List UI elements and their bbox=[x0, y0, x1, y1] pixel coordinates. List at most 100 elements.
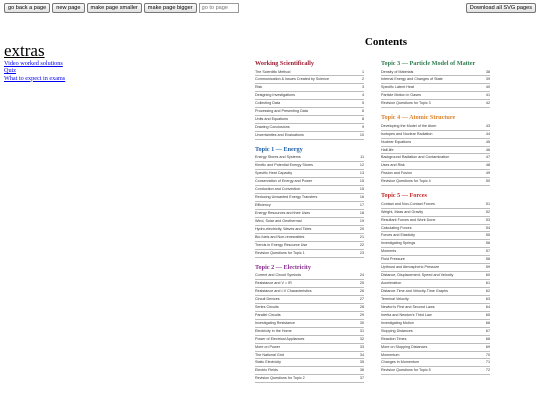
entry-title: Half-life bbox=[381, 147, 394, 152]
contents-entry[interactable]: Resistance and V = IR 25 bbox=[255, 280, 364, 288]
entry-title: Bio-fuels and Non-renewables bbox=[255, 234, 305, 239]
exam-expectations-link[interactable]: What to expect in exams bbox=[4, 75, 65, 82]
contents-entry[interactable]: Electricity in the Home 31 bbox=[255, 328, 364, 336]
go-back-button[interactable]: go back a page bbox=[4, 3, 51, 13]
entry-page-number: 52 bbox=[485, 209, 490, 214]
contents-entry[interactable]: Current and Circuit Symbols 24 bbox=[255, 272, 364, 281]
entry-title: Designing Investigations bbox=[255, 93, 295, 98]
contents-entry[interactable]: Revision Questions for Topic 2 37 bbox=[255, 375, 364, 384]
new-page-button[interactable]: new page bbox=[52, 3, 85, 13]
contents-entry[interactable]: Nuclear Equations 45 bbox=[381, 139, 490, 147]
contents-entry[interactable]: Forces and Elasticity 55 bbox=[381, 232, 490, 241]
go-to-page-input[interactable] bbox=[198, 3, 239, 13]
contents-entry[interactable]: Kinetic and Potential Energy Stores 12 bbox=[255, 162, 364, 171]
entry-page-number: 28 bbox=[359, 304, 364, 309]
entry-page-number: 56 bbox=[485, 241, 490, 246]
contents-entry[interactable]: More on Stopping Distances 69 bbox=[381, 344, 490, 352]
download-svg-button[interactable]: Download all SVG pages bbox=[465, 3, 536, 13]
contents-entry[interactable]: Uses and Risk 48 bbox=[381, 162, 490, 171]
contents-entry[interactable]: Hydro-electricity, Waves and Tides 20 bbox=[255, 226, 364, 234]
contents-entry[interactable]: Wind, Solar and Geothermal 19 bbox=[255, 218, 364, 226]
contents-entry[interactable]: Electric Fields 36 bbox=[255, 367, 364, 376]
contents-entry[interactable]: Fission and Fusion 49 bbox=[381, 170, 490, 179]
contents-entry[interactable]: Drawing Conclusions 9 bbox=[255, 124, 364, 132]
contents-entry[interactable]: Reducing Unwanted Energy Transfers 16 bbox=[255, 194, 364, 203]
entry-page-number: 53 bbox=[485, 217, 490, 222]
contents-entry[interactable]: Investigating Motion 66 bbox=[381, 320, 490, 328]
contents-entry[interactable]: Reaction Times 68 bbox=[381, 336, 490, 344]
contents-entry[interactable]: Upthrust and Atmospheric Pressure 59 bbox=[381, 264, 490, 273]
contents-entry[interactable]: Resultant Forces and Work Done 53 bbox=[381, 217, 490, 225]
contents-entry[interactable]: Moments 57 bbox=[381, 248, 490, 257]
contents-entry[interactable]: Internal Energy and Changes of State 39 bbox=[381, 76, 490, 85]
contents-entry[interactable]: Terminal Velocity 63 bbox=[381, 296, 490, 304]
contents-entry[interactable]: Fluid Pressure 58 bbox=[381, 256, 490, 265]
entry-title: Revision Questions for Topic 1 bbox=[255, 250, 305, 255]
contents-entry[interactable]: Collecting Data 5 bbox=[255, 100, 364, 109]
entry-page-number: 23 bbox=[359, 250, 364, 255]
quiz-link[interactable]: Quiz bbox=[4, 67, 65, 74]
contents-entry[interactable]: Specific Latent Heat 40 bbox=[381, 84, 490, 93]
contents-entry[interactable]: The Scientific Method 1 bbox=[255, 69, 364, 77]
contents-entry[interactable]: Trends in Energy Resource Use 22 bbox=[255, 242, 364, 250]
make-page-smaller-button[interactable]: make page smaller bbox=[86, 3, 142, 13]
contents-entry[interactable]: Density of Materials 38 bbox=[381, 69, 490, 77]
entry-title: Parallel Circuits bbox=[255, 312, 281, 317]
entry-title: Fluid Pressure bbox=[381, 257, 405, 262]
contents-entry[interactable]: Revision Questions for Topic 4 50 bbox=[381, 178, 490, 187]
contents-entry[interactable]: The National Grid 34 bbox=[255, 352, 364, 360]
contents-entry[interactable]: Investigating Resistance 30 bbox=[255, 320, 364, 328]
contents-entry[interactable]: Momentum 70 bbox=[381, 352, 490, 360]
contents-entry[interactable]: Developing the Model of the Atom 43 bbox=[381, 123, 490, 131]
contents-entry[interactable]: Static Electricity 35 bbox=[255, 359, 364, 368]
contents-entry[interactable]: Acceleration 61 bbox=[381, 280, 490, 288]
contents-entry[interactable]: Efficiency 17 bbox=[255, 202, 364, 210]
contents-entry[interactable]: Power of Electrical Appliances 32 bbox=[255, 336, 364, 344]
entry-page-number: 39 bbox=[485, 77, 490, 82]
video-solutions-link[interactable]: Video worked solutions bbox=[4, 60, 65, 67]
contents-entry[interactable]: Contact and Non-Contact Forces 51 bbox=[381, 201, 490, 209]
contents-entry[interactable]: Stopping Distances 67 bbox=[381, 328, 490, 336]
contents-entry[interactable]: Distance, Displacement, Speed and Veloci… bbox=[381, 272, 490, 281]
entry-title: Background Radiation and Contamination bbox=[381, 155, 450, 160]
contents-entry[interactable]: More on Power 33 bbox=[255, 344, 364, 352]
contents-entry[interactable]: Energy Resources and their Uses 18 bbox=[255, 210, 364, 218]
contents-entry[interactable]: Communication & Issues Created by Scienc… bbox=[255, 76, 364, 85]
contents-entry[interactable]: Bio-fuels and Non-renewables 21 bbox=[255, 234, 364, 242]
contents-entry[interactable]: Units and Equations 8 bbox=[255, 116, 364, 125]
contents-entry[interactable]: Background Radiation and Contamination 47 bbox=[381, 154, 490, 163]
contents-entry[interactable]: Revision Questions for Topic 1 23 bbox=[255, 250, 364, 258]
contents-entry[interactable]: Particle Motion in Gases 41 bbox=[381, 92, 490, 101]
contents-entry[interactable]: Processing and Presenting Data 6 bbox=[255, 108, 364, 117]
entry-title: Trends in Energy Resource Use bbox=[255, 242, 308, 247]
entry-title: Uncertainties and Evaluations bbox=[255, 133, 304, 137]
contents-entry[interactable]: Series Circuits 28 bbox=[255, 304, 364, 312]
contents-entry[interactable]: Designing Investigations 4 bbox=[255, 92, 364, 101]
contents-entry[interactable]: Changes in Momentum 71 bbox=[381, 359, 490, 368]
entry-title: More on Stopping Distances bbox=[381, 344, 428, 349]
entry-title: Nuclear Equations bbox=[381, 139, 412, 144]
contents-entry[interactable]: Investigating Springs 56 bbox=[381, 240, 490, 249]
make-page-bigger-button[interactable]: make page bigger bbox=[143, 3, 197, 13]
contents-entry[interactable]: Resistance and I-V Characteristics 26 bbox=[255, 288, 364, 296]
section-title: Topic 5 — Forces bbox=[381, 192, 427, 200]
contents-entry[interactable]: Isotopes and Nuclear Radiation 44 bbox=[381, 131, 490, 139]
contents-entry[interactable]: Distance-Time and Velocity-Time Graphs 62 bbox=[381, 288, 490, 296]
contents-entry[interactable]: Uncertainties and Evaluations 10 bbox=[255, 132, 364, 140]
contents-entry[interactable]: Newton's First and Second Laws 64 bbox=[381, 304, 490, 312]
contents-entry[interactable]: Risk 3 bbox=[255, 84, 364, 93]
contents-entry[interactable]: Weight, Mass and Gravity 52 bbox=[381, 209, 490, 217]
contents-entry[interactable]: Half-life 46 bbox=[381, 147, 490, 155]
entry-title: Forces and Elasticity bbox=[381, 233, 416, 238]
section-title: Topic 3 — Particle Model of Matter bbox=[381, 60, 476, 67]
contents-entry[interactable]: Circuit Devices 27 bbox=[255, 296, 364, 304]
contents-entry[interactable]: Specific Heat Capacity 13 bbox=[255, 170, 364, 179]
contents-entry[interactable]: Energy Stores and Systems 11 bbox=[255, 154, 364, 163]
contents-entry[interactable]: Revision Questions for Topic 3 42 bbox=[381, 100, 490, 109]
contents-entry[interactable]: Revision Questions for Topic 5 72 bbox=[381, 367, 490, 376]
contents-entry[interactable]: Inertia and Newton's Third Law 65 bbox=[381, 312, 490, 320]
contents-entry[interactable]: Conservation of Energy and Power 15 bbox=[255, 178, 364, 187]
contents-entry[interactable]: Parallel Circuits 29 bbox=[255, 312, 364, 320]
contents-entry[interactable]: Conduction and Convection 15 bbox=[255, 186, 364, 195]
contents-entry[interactable]: Calculating Forces 54 bbox=[381, 225, 490, 233]
